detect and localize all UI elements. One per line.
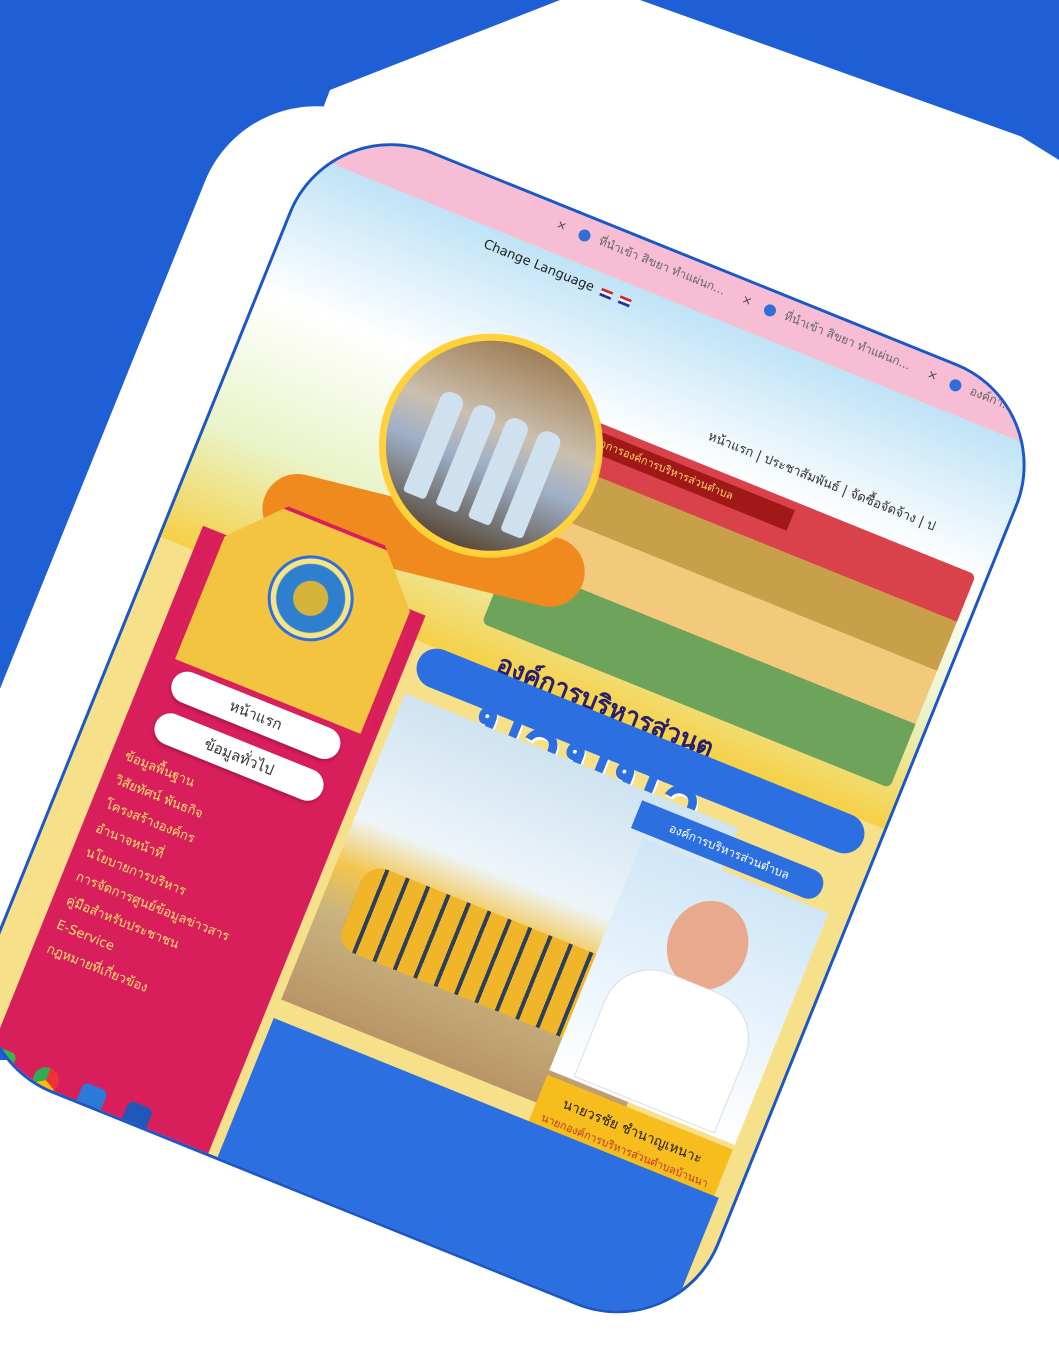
close-icon[interactable]: × xyxy=(554,217,569,234)
building-sign: ที่ทำการองค์การบริหารส่วนตำบล xyxy=(575,424,795,531)
uk-flag-icon xyxy=(618,295,633,307)
close-icon[interactable]: × xyxy=(740,292,755,309)
nav-news[interactable]: ประชาสัมพันธ์ xyxy=(762,452,842,496)
org-seal-icon xyxy=(255,542,367,654)
thai-flag-icon xyxy=(599,287,614,300)
close-icon[interactable]: × xyxy=(925,367,940,384)
favicon-icon xyxy=(576,227,593,243)
nav-more[interactable]: ป xyxy=(924,517,937,534)
tab-label: องค์กา... xyxy=(967,383,1017,415)
favicon-icon xyxy=(947,377,964,393)
favicon-icon xyxy=(762,302,778,318)
nav-procurement[interactable]: จัดซื้อจัดจ้าง xyxy=(848,486,919,526)
sidebar-menu: ข้อมูลพื้นฐาน วิสัยทัศน์ พันธกิจ โครงสร้… xyxy=(42,744,282,1022)
nav-home[interactable]: หน้าแรก xyxy=(706,429,756,461)
